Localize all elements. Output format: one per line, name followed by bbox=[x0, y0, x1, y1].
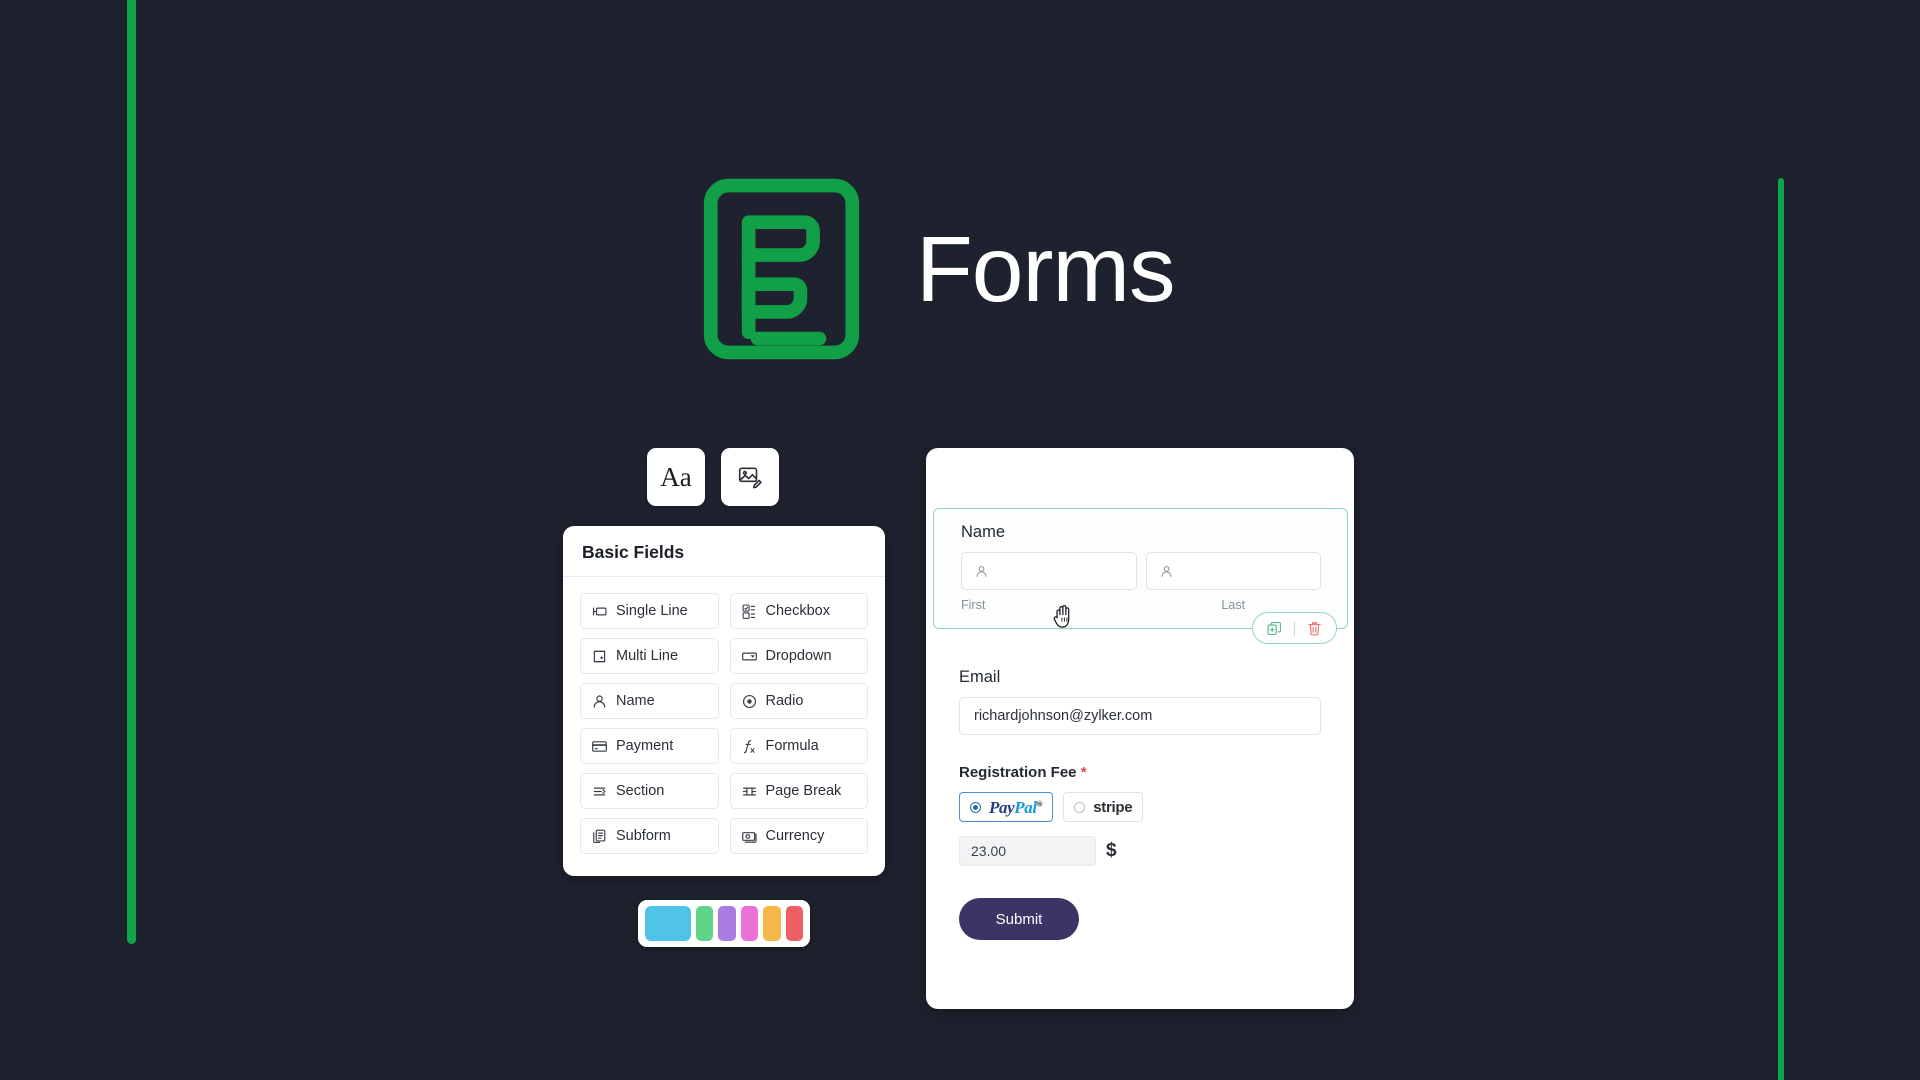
first-name-input[interactable] bbox=[961, 552, 1137, 590]
page-title: Forms bbox=[916, 216, 1175, 321]
field-chip-radio[interactable]: Radio bbox=[729, 683, 868, 719]
field-chip-label: Name bbox=[616, 693, 655, 709]
field-action-toolbar bbox=[1252, 612, 1337, 644]
field-chip-label: Checkbox bbox=[765, 603, 830, 619]
field-chip-label: Dropdown bbox=[765, 648, 832, 664]
radio-icon bbox=[742, 694, 756, 708]
checkbox-icon bbox=[742, 604, 755, 619]
subform-icon bbox=[593, 829, 606, 843]
field-chip-section[interactable]: Section bbox=[580, 773, 719, 809]
stripe-logo: stripe bbox=[1093, 798, 1133, 816]
forms-logo bbox=[703, 178, 860, 360]
dropdown-icon bbox=[741, 652, 757, 660]
trash-icon bbox=[1308, 621, 1321, 635]
theme-swatch[interactable] bbox=[763, 906, 781, 941]
multi-line-icon bbox=[593, 650, 606, 662]
email-input[interactable]: richardjohnson@zylker.com bbox=[959, 697, 1321, 735]
theme-palette[interactable] bbox=[638, 900, 810, 947]
delete-field-button[interactable] bbox=[1306, 620, 1323, 637]
right-accent-rail bbox=[1778, 178, 1784, 1080]
field-chip-dropdown[interactable]: Dropdown bbox=[729, 638, 868, 674]
field-chip-multi-line[interactable]: Multi Line bbox=[580, 638, 719, 674]
last-name-input[interactable] bbox=[1145, 552, 1321, 590]
payment-gateway-options: PayPal® stripe bbox=[959, 792, 1321, 822]
user-icon bbox=[976, 565, 987, 577]
section-icon bbox=[593, 787, 606, 795]
field-chip-label: Section bbox=[616, 783, 665, 799]
duplicate-icon bbox=[1267, 621, 1282, 635]
basic-fields-card: Basic Fields Single Line Checkbox Multi … bbox=[563, 526, 885, 876]
theme-swatch[interactable] bbox=[785, 906, 804, 941]
user-icon bbox=[593, 694, 606, 708]
field-label: Email bbox=[959, 668, 1001, 686]
gateway-option-stripe[interactable]: stripe bbox=[1063, 792, 1144, 822]
fee-label-text: Registration Fee bbox=[959, 764, 1077, 781]
currency-symbol: $ bbox=[1106, 840, 1117, 861]
duplicate-field-button[interactable] bbox=[1266, 620, 1283, 637]
field-chip-payment[interactable]: Payment bbox=[580, 728, 719, 764]
form-field-registration-fee[interactable]: Registration Fee * PayPal® stripe 23.00 … bbox=[959, 764, 1321, 866]
form-field-name[interactable]: Name First Last bbox=[933, 508, 1348, 644]
paypal-logo: PayPal® bbox=[989, 797, 1043, 817]
text-style-icon: Aa bbox=[660, 461, 692, 492]
form-preview-card: Name First Last Email richardjohnson@zyl… bbox=[926, 448, 1354, 1009]
field-chip-label: Payment bbox=[616, 738, 674, 754]
radio-icon bbox=[970, 801, 981, 813]
field-chip-label: Multi Line bbox=[616, 648, 679, 664]
background-image-button[interactable] bbox=[721, 448, 779, 506]
field-chip-page-break[interactable]: Page Break bbox=[729, 773, 868, 809]
last-name-sublabel: Last bbox=[1221, 598, 1246, 612]
field-chip-label: Page Break bbox=[765, 783, 842, 799]
user-icon bbox=[1160, 565, 1172, 577]
field-chip-label: Subform bbox=[616, 828, 671, 844]
image-edit-icon bbox=[738, 467, 762, 489]
theme-swatch[interactable] bbox=[696, 906, 714, 941]
field-chip-currency[interactable]: Currency bbox=[729, 818, 868, 854]
field-chip-label: Single Line bbox=[616, 603, 688, 619]
field-chip-label: Radio bbox=[765, 693, 804, 709]
left-accent-rail bbox=[127, 0, 136, 944]
theme-swatch-active[interactable] bbox=[643, 904, 693, 943]
style-toolbar: Aa bbox=[647, 448, 885, 506]
hero-banner: Forms bbox=[703, 178, 1175, 360]
required-marker: * bbox=[1080, 764, 1087, 781]
theme-swatch[interactable] bbox=[740, 906, 759, 941]
gateway-option-paypal[interactable]: PayPal® bbox=[959, 792, 1054, 822]
single-line-icon bbox=[592, 607, 607, 615]
toolbar-divider bbox=[1294, 620, 1295, 636]
field-chip-label: Currency bbox=[765, 828, 825, 844]
field-chip-label: Formula bbox=[765, 738, 819, 754]
fields-panel-title: Basic Fields bbox=[563, 526, 885, 577]
form-field-email[interactable]: Email richardjohnson@zylker.com bbox=[959, 668, 1321, 735]
field-chip-checkbox[interactable]: Checkbox bbox=[729, 593, 868, 629]
field-chip-name[interactable]: Name bbox=[580, 683, 719, 719]
field-label: Registration Fee * bbox=[959, 764, 1321, 781]
fields-grid: Single Line Checkbox Multi Line Dropdown… bbox=[563, 577, 885, 876]
radio-icon bbox=[1074, 801, 1086, 813]
field-chip-subform[interactable]: Subform bbox=[580, 818, 719, 854]
font-style-button[interactable]: Aa bbox=[647, 448, 705, 506]
amount-row: 23.00 $ bbox=[959, 836, 1321, 866]
page-break-icon bbox=[742, 787, 756, 795]
field-label: Name bbox=[961, 523, 1006, 541]
formula-icon bbox=[743, 739, 754, 753]
currency-icon bbox=[741, 831, 757, 843]
theme-swatch[interactable] bbox=[718, 906, 736, 941]
field-chip-formula[interactable]: Formula bbox=[729, 728, 868, 764]
credit-card-icon bbox=[592, 740, 607, 752]
first-name-sublabel: First bbox=[961, 598, 986, 612]
submit-button[interactable]: Submit bbox=[959, 898, 1079, 940]
field-chip-single-line[interactable]: Single Line bbox=[580, 593, 719, 629]
amount-input[interactable]: 23.00 bbox=[959, 836, 1096, 866]
form-builder-panel: Aa Basic Fields Single Line Checkbox Mul… bbox=[563, 448, 885, 947]
